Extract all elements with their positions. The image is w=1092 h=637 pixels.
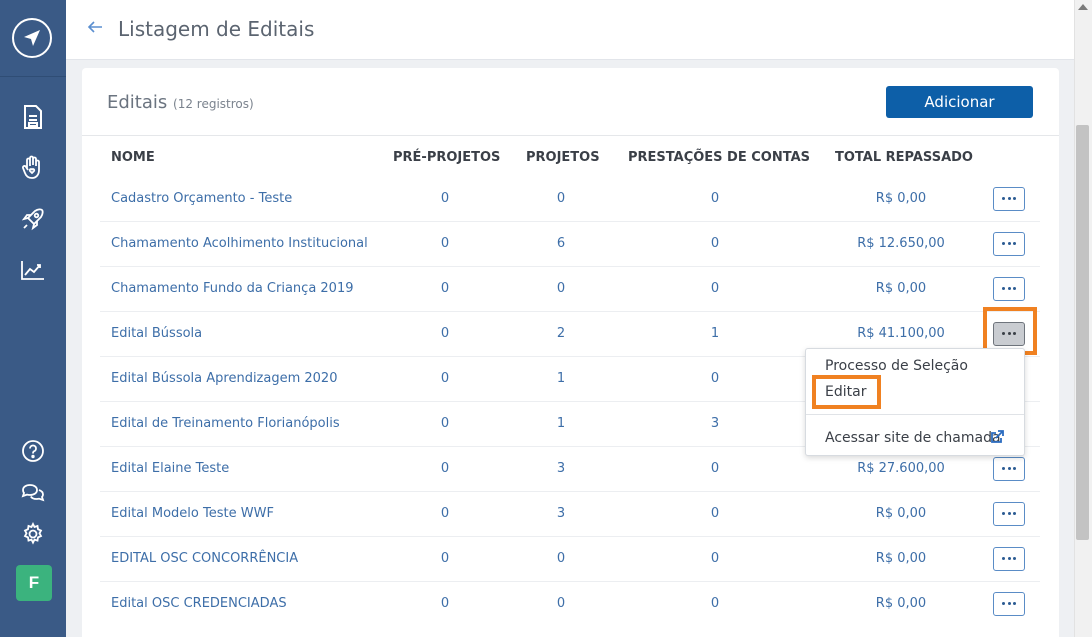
edital-name-link[interactable]: Edital Elaine Teste — [111, 461, 229, 476]
total-repassado-value: R$ 0,00 — [875, 190, 927, 206]
total-repassado-value: R$ 12.650,00 — [857, 235, 945, 251]
page-title: Listagem de Editais — [118, 17, 315, 41]
column-header-projetos[interactable]: PROJETOS — [526, 150, 600, 165]
more-dots-icon — [1002, 556, 1016, 561]
row-divider — [100, 266, 1040, 267]
total-repassado-value: R$ 0,00 — [875, 505, 927, 521]
document-icon[interactable] — [18, 102, 48, 132]
external-link-icon[interactable] — [990, 430, 1004, 444]
hand-heart-icon[interactable] — [18, 152, 48, 182]
projetos-value[interactable]: 0 — [511, 551, 611, 566]
scrollbar-thumb[interactable] — [1076, 125, 1089, 540]
projetos-value[interactable]: 1 — [511, 416, 611, 431]
prestacoes-value[interactable]: 0 — [665, 281, 765, 296]
more-dots-icon — [1002, 511, 1016, 516]
column-header-prestacoes[interactable]: PRESTAÇÕES DE CONTAS — [628, 150, 810, 165]
edital-name-link[interactable]: Chamamento Acolhimento Institucional — [111, 236, 368, 251]
sidebar: F — [0, 0, 66, 637]
menu-divider — [806, 414, 1024, 415]
user-avatar[interactable]: F — [16, 565, 52, 601]
more-dots-icon — [1002, 466, 1016, 471]
card-title: Editais (12 registros) — [107, 92, 254, 113]
total-repassado-value: R$ 0,00 — [875, 595, 927, 611]
add-button[interactable]: Adicionar — [886, 86, 1033, 118]
total-repassado-value: R$ 41.100,00 — [857, 325, 945, 341]
projetos-value[interactable]: 1 — [511, 371, 611, 386]
logo-compass-icon[interactable] — [12, 18, 52, 58]
prestacoes-value[interactable]: 0 — [665, 371, 765, 386]
pre-projetos-value[interactable]: 0 — [395, 371, 495, 386]
row-actions-button[interactable] — [993, 186, 1025, 211]
prestacoes-value[interactable]: 1 — [665, 326, 765, 341]
prestacoes-value[interactable]: 0 — [665, 461, 765, 476]
column-header-total-repassado[interactable]: TOTAL REPASSADO — [835, 150, 973, 165]
row-divider — [100, 311, 1040, 312]
row-actions-button[interactable] — [993, 591, 1025, 616]
edital-name-link[interactable]: EDITAL OSC CONCORRÊNCIA — [111, 551, 298, 566]
row-actions-button[interactable] — [993, 501, 1025, 526]
edital-name-link[interactable]: Edital Modelo Teste WWF — [111, 506, 274, 521]
edital-name-link[interactable]: Edital de Treinamento Florianópolis — [111, 416, 340, 431]
total-repassado-value: R$ 0,00 — [875, 280, 927, 296]
prestacoes-value[interactable]: 0 — [665, 236, 765, 251]
row-actions-button[interactable] — [993, 546, 1025, 571]
column-header-pre-projetos[interactable]: PRÉ-PROJETOS — [393, 150, 500, 165]
total-repassado-value: R$ 27.600,00 — [857, 460, 945, 476]
row-actions-button[interactable] — [993, 231, 1025, 256]
card-title-text: Editais — [107, 92, 168, 113]
projetos-value[interactable]: 2 — [511, 326, 611, 341]
prestacoes-value[interactable]: 3 — [665, 416, 765, 431]
help-icon[interactable] — [18, 436, 48, 466]
projetos-value[interactable]: 0 — [511, 596, 611, 611]
pre-projetos-value[interactable]: 0 — [395, 281, 495, 296]
menu-item-processo-selecao[interactable]: Processo de Seleção — [825, 358, 968, 374]
projetos-value[interactable]: 0 — [511, 281, 611, 296]
chart-icon[interactable] — [18, 255, 48, 285]
projetos-value[interactable]: 0 — [511, 191, 611, 206]
row-divider — [100, 581, 1040, 582]
row-divider — [100, 491, 1040, 492]
pre-projetos-value[interactable]: 0 — [395, 416, 495, 431]
row-actions-button[interactable] — [993, 456, 1025, 481]
card-header: Editais (12 registros) Adicionar — [82, 68, 1059, 136]
highlight-editar — [812, 375, 881, 409]
sidebar-divider — [0, 76, 66, 77]
prestacoes-value[interactable]: 0 — [665, 506, 765, 521]
scroll-up-arrow-icon[interactable] — [1078, 4, 1088, 10]
projetos-value[interactable]: 6 — [511, 236, 611, 251]
pre-projetos-value[interactable]: 0 — [395, 506, 495, 521]
projetos-value[interactable]: 3 — [511, 506, 611, 521]
more-dots-icon — [1002, 196, 1016, 201]
prestacoes-value[interactable]: 0 — [665, 596, 765, 611]
more-dots-icon — [1002, 601, 1016, 606]
top-bar: Listagem de Editais — [66, 0, 1074, 60]
edital-name-link[interactable]: Edital OSC CREDENCIADAS — [111, 596, 287, 611]
pre-projetos-value[interactable]: 0 — [395, 326, 495, 341]
projetos-value[interactable]: 3 — [511, 461, 611, 476]
prestacoes-value[interactable]: 0 — [665, 551, 765, 566]
chat-icon[interactable] — [18, 478, 48, 508]
pre-projetos-value[interactable]: 0 — [395, 596, 495, 611]
more-dots-icon — [1002, 241, 1016, 246]
column-header-nome[interactable]: NOME — [111, 150, 155, 165]
pre-projetos-value[interactable]: 0 — [395, 191, 495, 206]
settings-icon[interactable] — [18, 519, 48, 549]
record-count: (12 registros) — [173, 97, 254, 111]
row-actions-button[interactable] — [993, 276, 1025, 301]
total-repassado-value: R$ 0,00 — [875, 550, 927, 566]
edital-name-link[interactable]: Edital Bússola — [111, 326, 202, 341]
edital-name-link[interactable]: Chamamento Fundo da Criança 2019 — [111, 281, 354, 296]
row-divider — [100, 536, 1040, 537]
pre-projetos-value[interactable]: 0 — [395, 551, 495, 566]
menu-item-acessar-site[interactable]: Acessar site de chamada — [825, 430, 1001, 446]
row-divider — [100, 221, 1040, 222]
pre-projetos-value[interactable]: 0 — [395, 236, 495, 251]
more-dots-icon — [1002, 286, 1016, 291]
edital-name-link[interactable]: Cadastro Orçamento - Teste — [111, 191, 292, 206]
edital-name-link[interactable]: Edital Bússola Aprendizagem 2020 — [111, 371, 337, 386]
back-arrow-icon[interactable] — [86, 18, 104, 36]
pre-projetos-value[interactable]: 0 — [395, 461, 495, 476]
rocket-icon[interactable] — [18, 204, 48, 234]
prestacoes-value[interactable]: 0 — [665, 191, 765, 206]
